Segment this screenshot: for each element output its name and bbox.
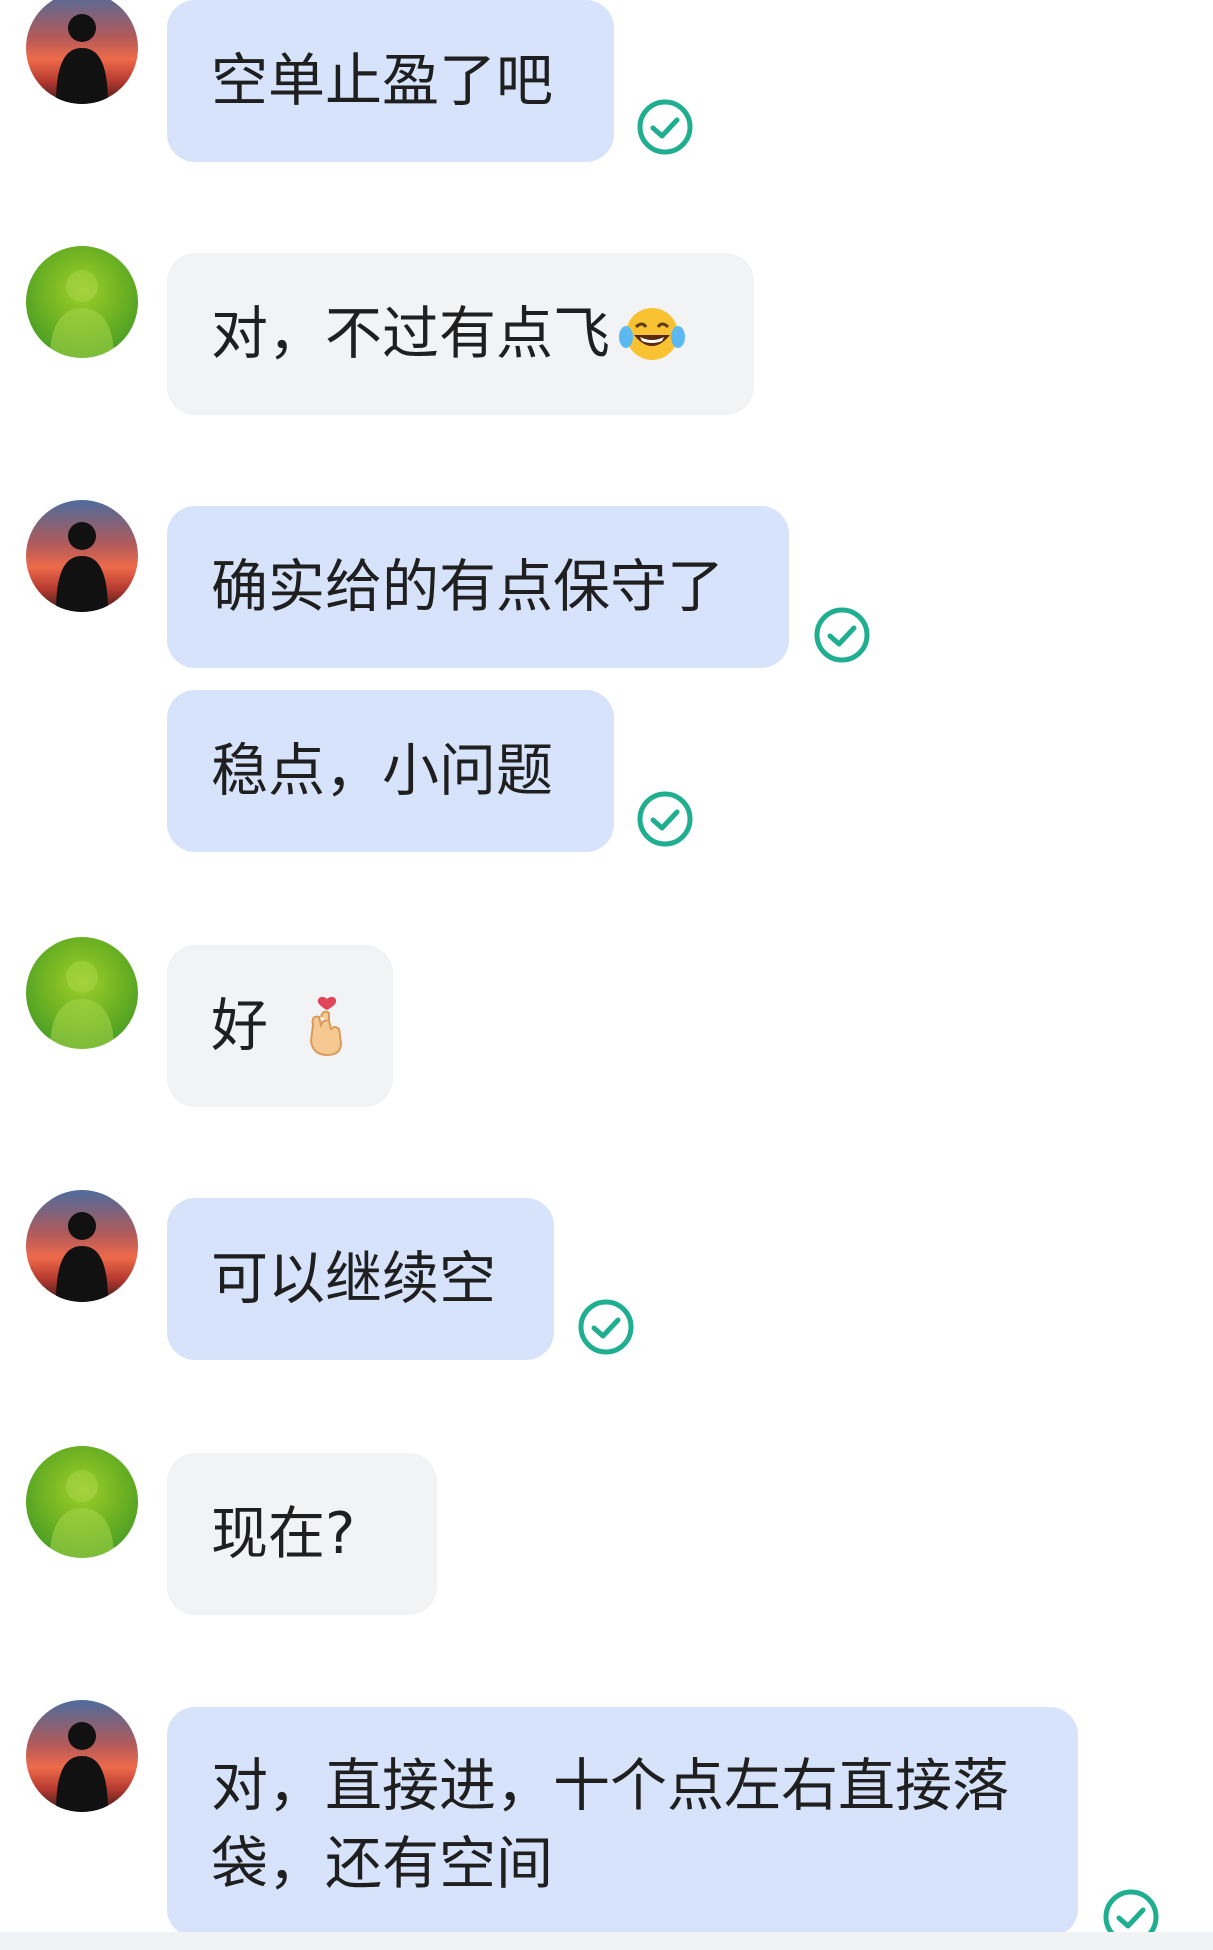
message-text: 好: [211, 993, 268, 1059]
message-bubble[interactable]: 对，不过有点飞: [167, 253, 754, 415]
avatar[interactable]: [26, 0, 138, 104]
avatar[interactable]: [26, 1446, 138, 1558]
read-check-icon: [636, 98, 694, 156]
silhouette-icon: [56, 1722, 108, 1812]
message-text: 空单止盈了吧: [211, 48, 553, 114]
message-bubble[interactable]: 确实给的有点保守了: [167, 506, 789, 668]
laughing-tears-emoji: [616, 303, 688, 365]
avatar[interactable]: [26, 937, 138, 1049]
message-text: 对，直接进，十个点左右直接落袋，还有空间: [211, 1753, 1009, 1897]
default-user-icon: [50, 961, 114, 1049]
avatar[interactable]: [26, 246, 138, 358]
read-check-icon: [577, 1298, 635, 1356]
read-check-icon: [813, 606, 871, 664]
default-user-icon: [50, 1470, 114, 1558]
silhouette-icon: [56, 14, 108, 104]
finger-heart-emoji: [290, 995, 343, 1057]
message-text: 现在?: [211, 1501, 356, 1567]
message-bubble[interactable]: 稳点，小问题: [167, 690, 614, 852]
default-user-icon: [50, 270, 114, 358]
message-text: 可以继续空: [211, 1246, 496, 1312]
read-check-icon: [636, 790, 694, 848]
bottom-edge-bar: [0, 1932, 1213, 1950]
message-bubble[interactable]: 可以继续空: [167, 1198, 554, 1360]
message-bubble[interactable]: 对，直接进，十个点左右直接落袋，还有空间: [167, 1707, 1078, 1937]
avatar[interactable]: [26, 1700, 138, 1812]
message-text: 对，不过有点飞: [211, 301, 610, 367]
message-text: 确实给的有点保守了: [211, 554, 724, 620]
message-bubble[interactable]: 空单止盈了吧: [167, 0, 614, 162]
silhouette-icon: [56, 522, 108, 612]
message-bubble[interactable]: 现在?: [167, 1453, 437, 1615]
chat-message-list[interactable]: 空单止盈了吧 对，不过有点飞 确实给的有点保守了 稳点，小问题 好 可以继续空 …: [0, 0, 1213, 1950]
silhouette-icon: [56, 1212, 108, 1302]
message-text: 稳点，小问题: [211, 738, 553, 804]
message-bubble[interactable]: 好: [167, 945, 393, 1107]
avatar[interactable]: [26, 1190, 138, 1302]
avatar[interactable]: [26, 500, 138, 612]
